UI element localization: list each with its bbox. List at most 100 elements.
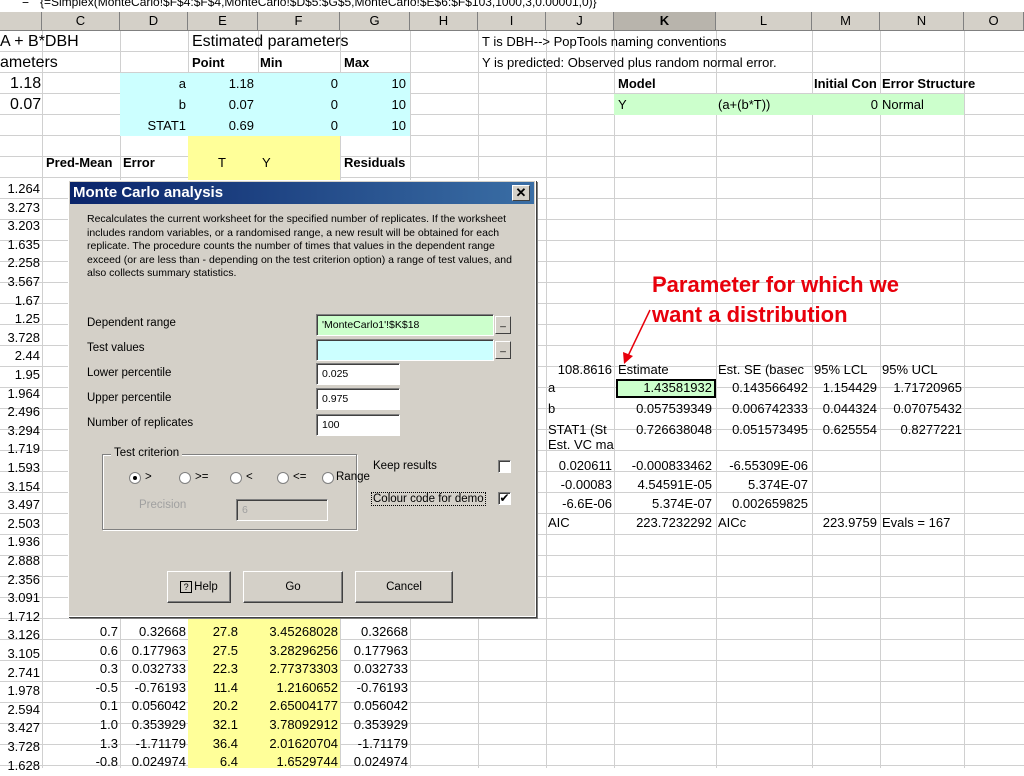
param-a-max[interactable]: 10 xyxy=(340,73,406,94)
data-cell-c[interactable]: -0.8 xyxy=(42,751,118,772)
results-row-b-se[interactable]: 0.006742333 xyxy=(716,398,808,419)
note-naming: T is DBH--> PopTools naming conventions xyxy=(482,34,727,49)
data-cell-g[interactable]: 0.024974 xyxy=(340,751,408,772)
grid-row-line xyxy=(0,177,1024,178)
header-y: Y xyxy=(262,155,271,170)
param-b-point[interactable]: 0.07 xyxy=(188,94,254,115)
vc-r1-c3[interactable]: -6.55309E-06 xyxy=(716,455,808,476)
evals-count: Evals = 167 xyxy=(882,515,951,530)
column-header-n[interactable]: N xyxy=(880,12,964,30)
vc-r2-c1[interactable]: -0.00083 xyxy=(546,474,612,495)
formula-text[interactable]: {=Simplex(MonteCarlo!$F$4:$F$4,MonteCarl… xyxy=(40,0,597,9)
param-a-point[interactable]: 1.18 xyxy=(188,73,254,94)
results-row-a-lcl[interactable]: 1.154429 xyxy=(812,377,877,398)
criterion-range-radio[interactable] xyxy=(322,472,334,484)
vc-r1-c2[interactable]: -0.000833462 xyxy=(614,455,712,476)
test-values-picker-icon[interactable]: _ xyxy=(495,341,511,359)
results-row-b-ucl[interactable]: 0.07075432 xyxy=(880,398,962,419)
model-initial[interactable]: 0 xyxy=(812,94,878,115)
aicc-value[interactable]: 223.9759 xyxy=(812,512,877,533)
param-stat-max[interactable]: 10 xyxy=(340,115,406,136)
header-min: Min xyxy=(260,55,283,70)
column-header-l[interactable]: L xyxy=(716,12,812,30)
results-row-a-label: a xyxy=(548,380,556,395)
column-header-e[interactable]: E xyxy=(188,12,258,30)
vc-r3-c1[interactable]: -6.6E-06 xyxy=(546,493,612,514)
precision-input[interactable]: 6 xyxy=(236,499,328,521)
model-equation[interactable]: (a+(b*T)) xyxy=(718,94,770,115)
column-header-b[interactable] xyxy=(0,12,42,30)
header-model: Model xyxy=(618,76,656,91)
results-row-stat-lcl[interactable]: 0.625554 xyxy=(812,419,877,440)
results-row-a-estimate[interactable]: 1.43581932 xyxy=(614,377,712,398)
param-stat-label: STAT1 xyxy=(147,118,186,133)
annotation-line-2: want a distribution xyxy=(652,302,848,327)
column-header-i[interactable]: I xyxy=(478,12,546,30)
go-button[interactable]: Go xyxy=(243,571,343,603)
column-header-m[interactable]: M xyxy=(812,12,880,30)
monte-carlo-dialog[interactable]: Monte Carlo analysis ✕ Recalculates the … xyxy=(68,180,536,617)
criterion-lt-radio[interactable] xyxy=(230,472,242,484)
lower-percentile-label: Lower percentile xyxy=(87,367,172,379)
dialog-title-bar[interactable]: Monte Carlo analysis ✕ xyxy=(70,182,534,204)
model-error[interactable]: Normal xyxy=(882,94,924,115)
lower-percentile-input[interactable]: 0.025 xyxy=(316,363,400,385)
replicates-input[interactable]: 100 xyxy=(316,414,400,436)
vc-r3-c2[interactable]: 5.374E-07 xyxy=(614,493,712,514)
header-initial-con: Initial Con xyxy=(814,76,877,91)
dependent-range-picker-icon[interactable]: _ xyxy=(495,316,511,334)
column-header-k[interactable]: K xyxy=(614,12,716,30)
criterion-gte-radio[interactable] xyxy=(179,472,191,484)
results-vc-label: Est. VC ma xyxy=(548,437,614,452)
aic-label: AIC xyxy=(548,515,570,530)
cancel-button[interactable]: Cancel xyxy=(355,571,453,603)
dependent-range-input[interactable]: 'MonteCarlo1'!$K$18 xyxy=(316,314,494,336)
param-a-label: a xyxy=(178,76,186,91)
criterion-gt-radio[interactable] xyxy=(129,472,141,484)
results-row-b-label: b xyxy=(548,401,556,416)
keep-results-checkbox[interactable] xyxy=(498,460,511,473)
grid-column-line xyxy=(546,31,547,768)
col-b-cell[interactable]: 1.628 xyxy=(0,755,40,776)
colour-code-label: Colour code for demo xyxy=(371,492,486,506)
header-t: T xyxy=(218,155,226,170)
param-b-min[interactable]: 0 xyxy=(258,94,338,115)
aic-value[interactable]: 223.7232292 xyxy=(614,512,712,533)
results-row-stat-se[interactable]: 0.051573495 xyxy=(716,419,808,440)
column-header-g[interactable]: G xyxy=(340,12,410,30)
column-header-bar: C D E F G H I J K L M N O xyxy=(0,12,1024,31)
results-row-b-lcl[interactable]: 0.044324 xyxy=(812,398,877,419)
upper-percentile-input[interactable]: 0.975 xyxy=(316,388,400,410)
column-header-j[interactable]: J xyxy=(546,12,614,30)
vc-r1-c1[interactable]: 0.020611 xyxy=(546,455,612,476)
column-header-c[interactable]: C xyxy=(42,12,120,30)
param-a-min[interactable]: 0 xyxy=(258,73,338,94)
param-stat-min[interactable]: 0 xyxy=(258,115,338,136)
param-b-max[interactable]: 10 xyxy=(340,94,406,115)
column-header-o[interactable]: O xyxy=(964,12,1024,30)
column-header-d[interactable]: D xyxy=(120,12,188,30)
results-row-stat-estimate[interactable]: 0.726638048 xyxy=(614,419,712,440)
params-title: ameters xyxy=(0,54,58,71)
data-cell-d[interactable]: 0.024974 xyxy=(120,751,186,772)
test-values-input[interactable] xyxy=(316,339,494,361)
data-cell-e[interactable]: 6.4 xyxy=(188,751,238,772)
help-button[interactable]: ? Help xyxy=(167,571,231,603)
results-row-b-estimate[interactable]: 0.057539349 xyxy=(614,398,712,419)
keep-results-label: Keep results xyxy=(373,460,437,472)
results-row-stat-ucl[interactable]: 0.8277221 xyxy=(880,419,962,440)
vc-r2-c3[interactable]: 5.374E-07 xyxy=(716,474,808,495)
results-row-a-se[interactable]: 0.143566492 xyxy=(716,377,808,398)
vc-r2-c2[interactable]: 4.54591E-05 xyxy=(614,474,712,495)
column-header-h[interactable]: H xyxy=(410,12,478,30)
grid-column-line xyxy=(964,31,965,768)
vc-r3-c3[interactable]: 0.002659825 xyxy=(716,493,808,514)
param-stat-point[interactable]: 0.69 xyxy=(188,115,254,136)
close-icon[interactable]: ✕ xyxy=(512,185,530,201)
column-header-f[interactable]: F xyxy=(258,12,340,30)
colour-code-checkbox[interactable]: ✔ xyxy=(498,492,511,505)
data-cell-f[interactable]: 1.6529744 xyxy=(258,751,338,772)
results-row-a-ucl[interactable]: 1.71720965 xyxy=(880,377,962,398)
criterion-lte-radio[interactable] xyxy=(277,472,289,484)
model-y[interactable]: Y xyxy=(618,94,627,115)
